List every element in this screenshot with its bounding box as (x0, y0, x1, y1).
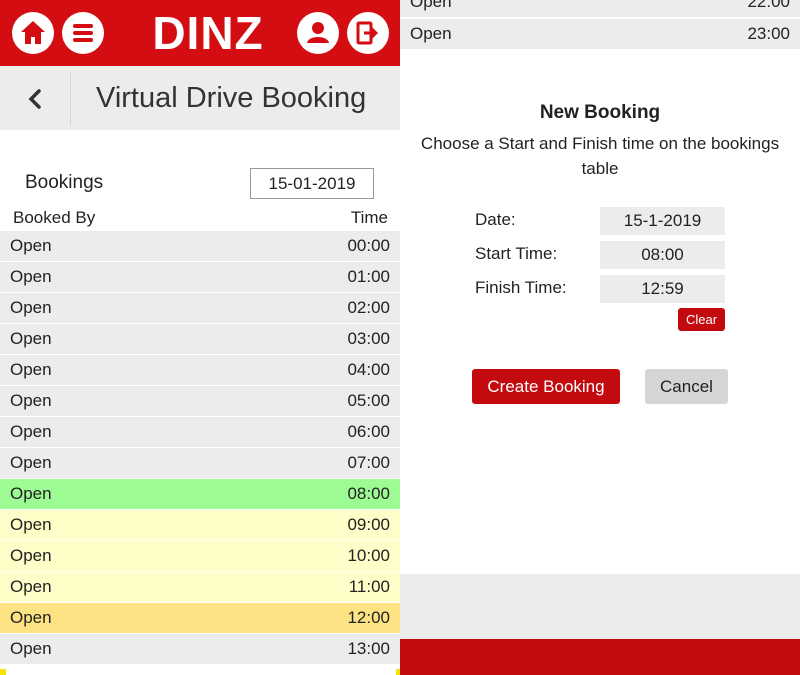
time-cell: 06:00 (347, 422, 390, 441)
new-booking-panel: Open 22:00 Open 23:00 New Booking Choose… (400, 0, 800, 675)
time-cell: 10:00 (347, 546, 390, 565)
footer-bar (400, 639, 800, 675)
booked-by-cell: Open (10, 422, 52, 441)
start-time-label: Start Time: (475, 244, 558, 263)
user-icon[interactable] (297, 12, 339, 54)
time-cell: 05:00 (347, 391, 390, 410)
logout-icon[interactable] (347, 12, 389, 54)
table-row[interactable]: Open 02:00 (0, 293, 400, 324)
time-cell: 01:00 (347, 267, 390, 286)
table-row[interactable]: Open 00:00 (0, 231, 400, 262)
table-row[interactable]: Open 05:00 (0, 386, 400, 417)
time-cell: 09:00 (347, 515, 390, 534)
back-button[interactable] (0, 72, 70, 126)
time-cell: 08:00 (347, 484, 390, 503)
table-row[interactable]: Open 07:00 (0, 448, 400, 479)
date-label: Date: (475, 210, 516, 229)
table-row[interactable]: Open 09:00 (0, 510, 400, 541)
time-cell: 00:00 (347, 236, 390, 255)
table-row[interactable]: Open 10:00 (0, 541, 400, 572)
create-booking-button[interactable]: Create Booking (472, 369, 620, 404)
table-row[interactable]: Open 23:00 (400, 19, 800, 49)
home-icon[interactable] (12, 12, 54, 54)
column-header-time: Time (350, 208, 388, 227)
booked-by-cell: Open (10, 391, 52, 410)
time-cell: 07:00 (347, 453, 390, 472)
chevron-left-icon (28, 89, 41, 109)
finish-time-field: 12:59 (600, 275, 725, 303)
booked-by-cell: Open (10, 298, 52, 317)
booked-by-cell: Open (10, 515, 52, 534)
scroll-edge-marker (0, 669, 6, 675)
top-nav-bar: DINZ (0, 0, 400, 66)
booked-by-cell: Open (10, 453, 52, 472)
page-title: Virtual Drive Booking (96, 82, 367, 114)
table-row[interactable]: Open 22:00 (400, 0, 800, 17)
new-booking-title: New Booking (539, 102, 661, 123)
table-row[interactable]: Open 13:00 (0, 634, 400, 665)
time-cell: 04:00 (347, 360, 390, 379)
time-cell: 23:00 (747, 24, 790, 43)
table-row[interactable]: Open 08:00 (0, 479, 400, 510)
booked-by-cell: Open (10, 608, 52, 627)
table-row[interactable]: Open 11:00 (0, 572, 400, 603)
time-cell: 11:00 (348, 577, 390, 596)
time-cell: 02:00 (347, 298, 390, 317)
booked-by-cell: Open (10, 236, 52, 255)
cancel-button[interactable]: Cancel (645, 369, 728, 404)
footer-band (400, 574, 800, 639)
booking-date-input[interactable]: 15-01-2019 (250, 168, 374, 199)
time-cell: 12:00 (347, 608, 390, 627)
booked-by-cell: Open (10, 360, 52, 379)
title-divider (70, 72, 71, 126)
table-row[interactable]: Open 01:00 (0, 262, 400, 293)
date-field: 15-1-2019 (600, 207, 725, 235)
column-header-booked-by: Booked By (13, 208, 96, 227)
table-row[interactable]: Open 03:00 (0, 324, 400, 355)
finish-time-label: Finish Time: (475, 278, 567, 297)
table-row[interactable]: Open 12:00 (0, 603, 400, 634)
booked-by-cell: Open (10, 329, 52, 348)
time-cell: 22:00 (747, 0, 790, 11)
bookings-label: Bookings (25, 172, 104, 193)
booked-by-cell: Open (10, 577, 52, 596)
booked-by-cell: Open (410, 0, 452, 11)
table-row[interactable]: Open 04:00 (0, 355, 400, 386)
clear-button[interactable]: Clear (678, 308, 725, 331)
menu-icon[interactable] (62, 12, 104, 54)
time-cell: 13:00 (347, 639, 390, 658)
booked-by-cell: Open (410, 24, 452, 43)
start-time-field: 08:00 (600, 241, 725, 269)
booked-by-cell: Open (10, 546, 52, 565)
bookings-table: Open 00:00 Open 01:00 Open 02:00 Open 03:00 Open… (0, 231, 400, 665)
brand-logo: DINZ (152, 7, 264, 59)
booked-by-cell: Open (10, 484, 52, 503)
new-booking-instructions: Choose a Start and Finish time on the bo… (420, 134, 780, 178)
table-row[interactable]: Open 06:00 (0, 417, 400, 448)
booking-table-panel: DINZ Virtual Drive Booking Bookings 15-0… (0, 0, 400, 675)
time-cell: 03:00 (347, 329, 390, 348)
booked-by-cell: Open (10, 639, 52, 658)
booked-by-cell: Open (10, 267, 52, 286)
